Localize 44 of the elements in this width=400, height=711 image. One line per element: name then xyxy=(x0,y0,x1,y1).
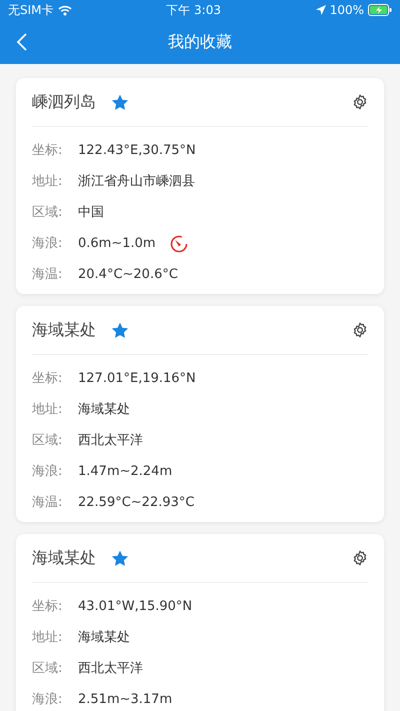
field-label: 坐标: xyxy=(32,370,64,388)
battery-text: 100% xyxy=(330,2,364,19)
field-label: 海浪: xyxy=(32,462,64,481)
field-label: 海浪: xyxy=(32,690,64,709)
field-value: 0.6m~1.0m xyxy=(78,234,156,253)
star-icon[interactable] xyxy=(112,550,128,566)
field-value: 浙江省舟山市嵊泗县 xyxy=(78,172,195,191)
field-label: 海浪: xyxy=(32,234,64,253)
wifi-icon xyxy=(58,4,72,16)
field-value: 西北太平洋 xyxy=(78,432,143,450)
field-value: 22.59°C~22.93°C xyxy=(78,494,194,512)
field-value: 海域某处 xyxy=(78,400,130,419)
field-label: 海温: xyxy=(32,494,64,512)
place-name: 海域某处 xyxy=(32,547,96,569)
settings-icon[interactable] xyxy=(352,94,368,110)
field-label: 区域: xyxy=(32,660,64,678)
field-value: 西北太平洋 xyxy=(78,660,143,678)
field-value: 127.01°E,19.16°N xyxy=(78,370,196,388)
settings-icon[interactable] xyxy=(352,322,368,338)
location-icon xyxy=(316,5,326,15)
field-value: 20.4°C~20.6°C xyxy=(78,266,178,284)
field-label: 地址: xyxy=(32,628,64,647)
field-value: 43.01°W,15.90°N xyxy=(78,598,192,616)
carrier-text: 无SIM卡 xyxy=(8,2,54,19)
field-label: 海温: xyxy=(32,266,64,284)
field-label: 区域: xyxy=(32,204,64,222)
back-button[interactable] xyxy=(16,32,28,52)
page-title: 我的收藏 xyxy=(168,31,232,53)
field-value: 2.51m~3.17m xyxy=(78,690,172,709)
place-name: 嵊泗列岛 xyxy=(32,91,96,113)
star-icon[interactable] xyxy=(112,322,128,338)
field-label: 区域: xyxy=(32,432,64,450)
field-label: 坐标: xyxy=(32,142,64,160)
field-value: 中国 xyxy=(78,204,104,222)
field-value: 122.43°E,30.75°N xyxy=(78,142,196,160)
field-value: 海域某处 xyxy=(78,628,130,647)
field-label: 坐标: xyxy=(32,598,64,616)
star-icon[interactable] xyxy=(112,94,128,110)
time-text: 下午 3:03 xyxy=(166,2,221,19)
field-label: 地址: xyxy=(32,400,64,419)
place-name: 海域某处 xyxy=(32,319,96,341)
field-label: 地址: xyxy=(32,172,64,191)
settings-icon[interactable] xyxy=(352,550,368,566)
field-value: 1.47m~2.24m xyxy=(78,462,172,481)
